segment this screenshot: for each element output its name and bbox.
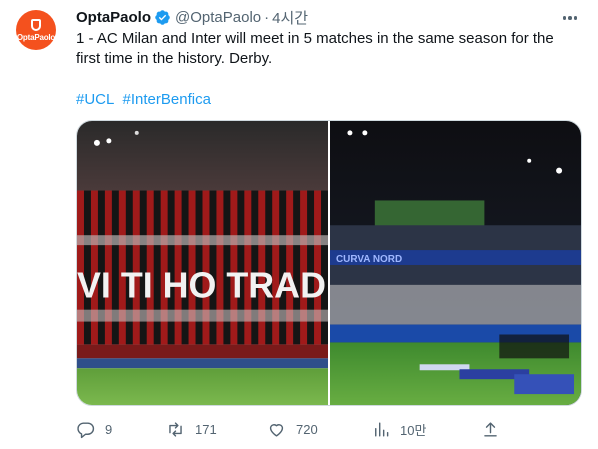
handle[interactable]: @OptaPaolo: [175, 9, 261, 26]
opta-logo-icon: [31, 18, 41, 31]
milan-choreo-photo[interactable]: VI TI HO TRAD: [77, 121, 328, 405]
like-button[interactable]: 720: [267, 414, 318, 444]
share-button[interactable]: [481, 414, 500, 444]
separator: ·: [264, 8, 270, 26]
hashtag-link[interactable]: #InterBenfica: [123, 91, 211, 108]
view-count: 10만: [400, 422, 427, 438]
more-options-button[interactable]: [558, 8, 582, 28]
choreo-banner-text: CURVA NORD: [336, 254, 402, 265]
display-name[interactable]: OptaPaolo: [76, 9, 151, 26]
hashtag-link[interactable]: #UCL: [76, 91, 114, 108]
reply-icon: [77, 421, 95, 438]
reply-button[interactable]: 9: [76, 414, 112, 444]
avatar[interactable]: OptaPaolo: [16, 10, 56, 50]
analytics-icon: [375, 421, 389, 437]
choreo-banner-text: VI TI HO TRAD: [77, 266, 326, 306]
tweet-header: OptaPaolo @OptaPaolo · 4시간: [76, 7, 308, 28]
retweet-count: 171: [195, 421, 217, 437]
reply-count: 9: [105, 421, 113, 437]
views-button[interactable]: 10만: [371, 414, 426, 444]
heart-icon: [269, 423, 284, 437]
retweet-button[interactable]: 171: [166, 414, 217, 444]
dot-icon: [562, 16, 567, 20]
action-bar: 9 171 720 10만: [76, 414, 506, 444]
hashtags: #UCL #InterBenfica: [76, 90, 215, 110]
dot-icon: [568, 16, 572, 20]
share-icon: [484, 421, 497, 437]
dot-icon: [573, 16, 578, 20]
timestamp[interactable]: 4시간: [272, 7, 308, 28]
retweet-icon: [169, 421, 182, 437]
like-count: 720: [296, 421, 318, 437]
tweet-text: 1 - AC Milan and Inter will meet in 5 ma…: [76, 30, 554, 67]
verified-badge-icon[interactable]: [154, 9, 171, 26]
media-grid: VI TI HO TRAD CURVA NORD: [76, 120, 582, 406]
inter-choreo-photo[interactable]: CURVA NORD: [330, 121, 581, 405]
avatar-brand-text: OptaPaolo: [16, 32, 56, 42]
